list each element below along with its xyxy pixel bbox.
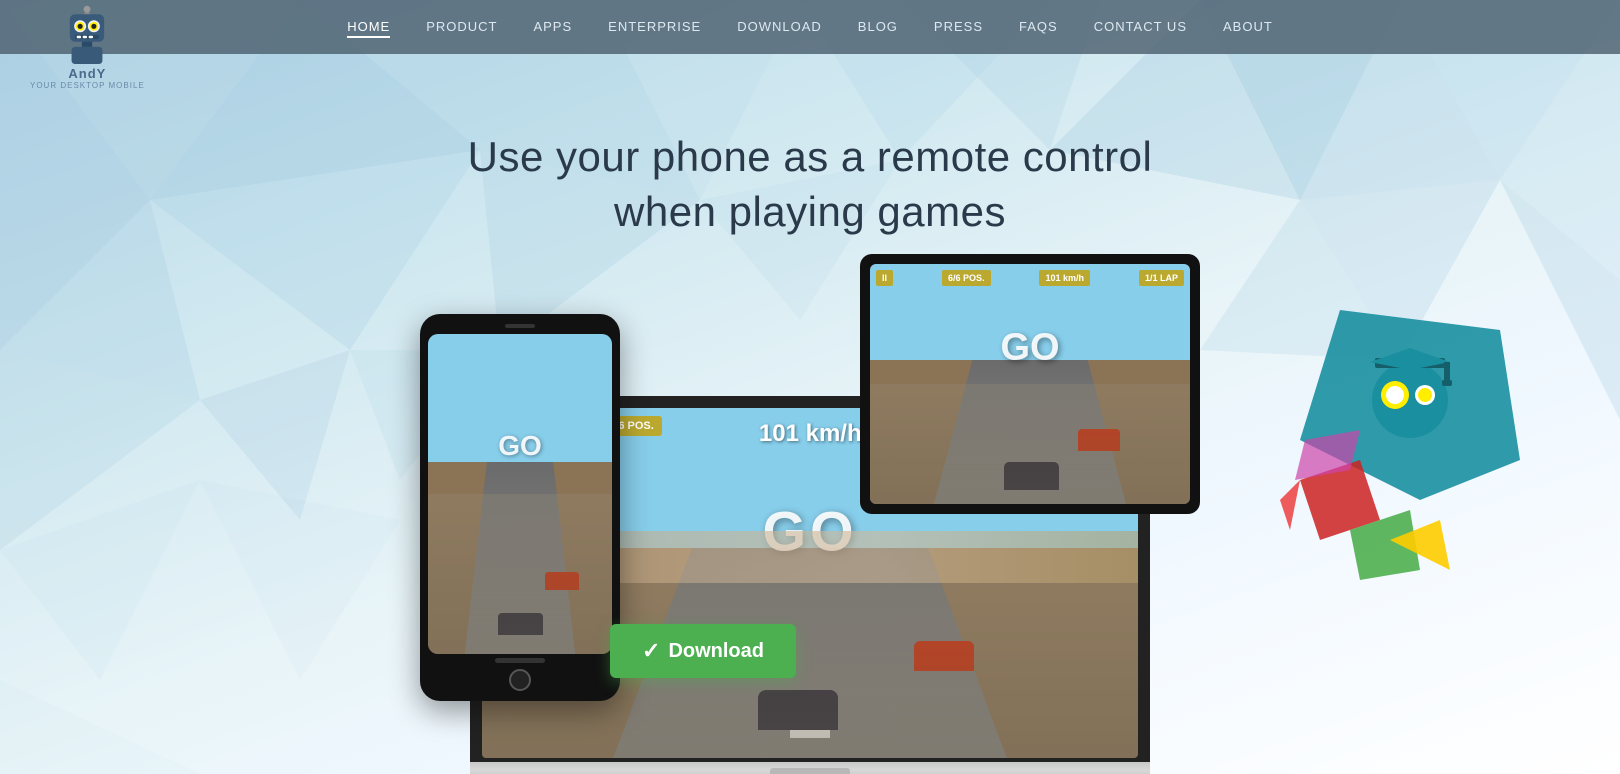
shapes-svg — [1220, 300, 1540, 620]
phone-speaker — [495, 658, 545, 663]
checkmark-icon: ✓ — [642, 638, 660, 664]
laptop-trackpad — [770, 768, 850, 774]
download-label: Download — [668, 640, 764, 663]
nav-blog[interactable]: BLOG — [858, 19, 898, 34]
hero-headline: Use your phone as a remote control when … — [360, 130, 1260, 239]
tablet-hud: II 6/6 POS. 101 km/h 1/1 LAP — [876, 270, 1184, 286]
decorative-shapes — [1220, 300, 1540, 620]
tablet-frame: II 6/6 POS. 101 km/h 1/1 LAP GO — [860, 254, 1200, 514]
nav-menu: HOME PRODUCT APPS ENTERPRISE DOWNLOAD BL… — [347, 18, 1273, 36]
hero-section: AndY YOUR DESKTOP MOBILE HOME PRODUCT AP… — [0, 0, 1620, 774]
tablet-hud-lap: 1/1 LAP — [1139, 270, 1184, 286]
tablet-screen: II 6/6 POS. 101 km/h 1/1 LAP GO — [870, 264, 1190, 504]
phone-screen: GO — [428, 334, 612, 654]
devices-container: II 6/6 POS. 101 km/h 1/1 LAP ⚑ GO — [360, 234, 1260, 774]
nav-product[interactable]: PRODUCT — [426, 19, 497, 34]
tablet-hud-pos: 6/6 POS. — [942, 270, 991, 286]
phone-frame: GO — [420, 314, 620, 701]
tablet-device: II 6/6 POS. 101 km/h 1/1 LAP GO — [860, 254, 1200, 514]
tablet-game: II 6/6 POS. 101 km/h 1/1 LAP GO — [870, 264, 1190, 504]
nav-enterprise[interactable]: ENTERPRISE — [608, 19, 701, 34]
hud-speed: 101 km/h — [751, 416, 870, 452]
phone-device: GO — [420, 314, 620, 701]
phone-game: GO — [428, 334, 612, 654]
tablet-hud-speed: 101 km/h — [1039, 270, 1090, 286]
nav-apps[interactable]: APPS — [533, 19, 572, 34]
hero-text-block: Use your phone as a remote control when … — [360, 130, 1260, 239]
logo-name: AndY — [68, 66, 106, 81]
laptop-base — [470, 762, 1150, 774]
nav-about[interactable]: ABOUT — [1223, 19, 1273, 34]
tablet-hud-pause: II — [876, 270, 893, 286]
nav-contact[interactable]: CONTACT US — [1094, 19, 1187, 34]
logo-icon — [57, 4, 117, 64]
hero-headline-line1: Use your phone as a remote control — [468, 133, 1153, 180]
logo-area[interactable]: AndY YOUR DESKTOP MOBILE — [30, 4, 145, 90]
hero-headline-line2: when playing games — [614, 188, 1006, 235]
tablet-go-text: GO — [1000, 327, 1059, 370]
logo-sub: YOUR DESKTOP MOBILE — [30, 81, 145, 90]
nav-download[interactable]: DOWNLOAD — [737, 19, 822, 34]
nav-faqs[interactable]: FAQS — [1019, 19, 1058, 34]
nav-home[interactable]: HOME — [347, 19, 390, 38]
download-button[interactable]: ✓ Download — [610, 624, 796, 678]
navbar: AndY YOUR DESKTOP MOBILE HOME PRODUCT AP… — [0, 0, 1620, 54]
nav-press[interactable]: PRESS — [934, 19, 983, 34]
phone-go-text: GO — [498, 430, 542, 462]
